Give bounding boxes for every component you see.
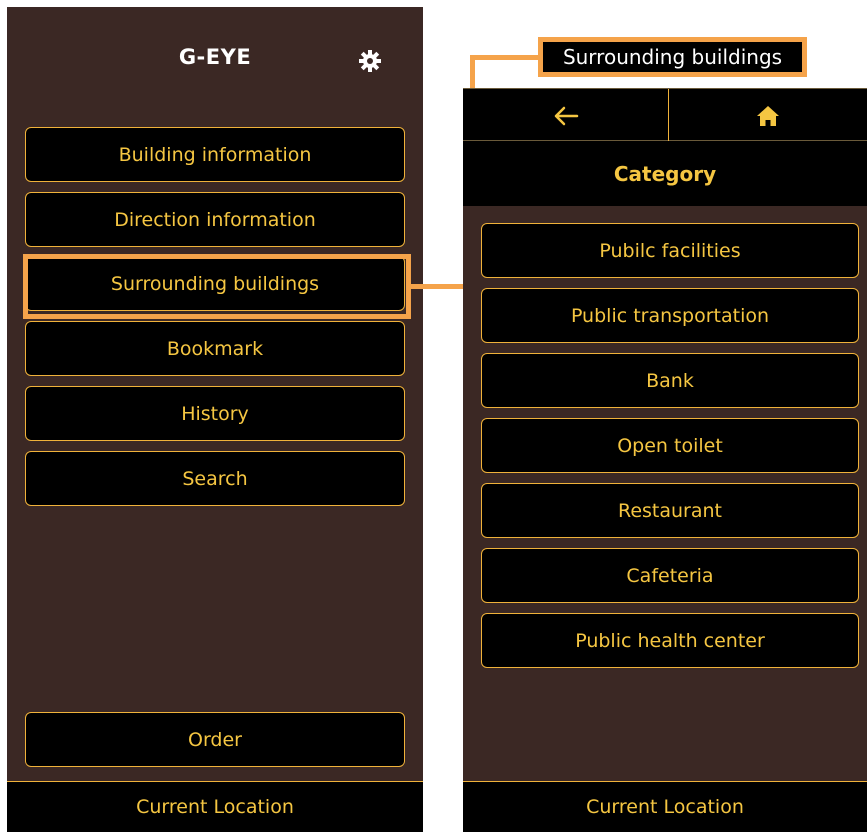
home-button[interactable] [669,89,867,142]
category-public-health-center-button[interactable]: Public health center [481,613,859,668]
current-location-button[interactable]: Current Location [463,781,867,832]
history-button[interactable]: History [25,386,405,441]
category-restaurant-button[interactable]: Restaurant [481,483,859,538]
category-public-transportation-button[interactable]: Public transportation [481,288,859,343]
home-icon [757,105,779,126]
gear-icon[interactable] [358,49,382,73]
arrow-left-icon [554,106,578,125]
category-cafeteria-button[interactable]: Cafeteria [481,548,859,603]
nav-bar [463,88,867,142]
back-button[interactable] [463,89,668,142]
main-menu-screen: G-EYE Building information Direction inf… [7,7,423,832]
bookmark-button[interactable]: Bookmark [25,321,405,376]
category-title: Category [463,141,867,206]
order-button[interactable]: Order [25,712,405,767]
search-button[interactable]: Search [25,451,405,506]
category-open-toilet-button[interactable]: Open toilet [481,418,859,473]
current-location-button[interactable]: Current Location [7,781,423,832]
category-bank-button[interactable]: Bank [481,353,859,408]
building-information-button[interactable]: Building information [25,127,405,182]
connector-line [470,55,540,60]
highlight-box [23,254,411,319]
direction-information-button[interactable]: Direction information [25,192,405,247]
surrounding-buildings-screen: Category Pubilc facilities Public transp… [463,88,867,832]
screen-callout-label: Surrounding buildings [538,37,807,77]
category-public-facilities-button[interactable]: Pubilc facilities [481,223,859,278]
